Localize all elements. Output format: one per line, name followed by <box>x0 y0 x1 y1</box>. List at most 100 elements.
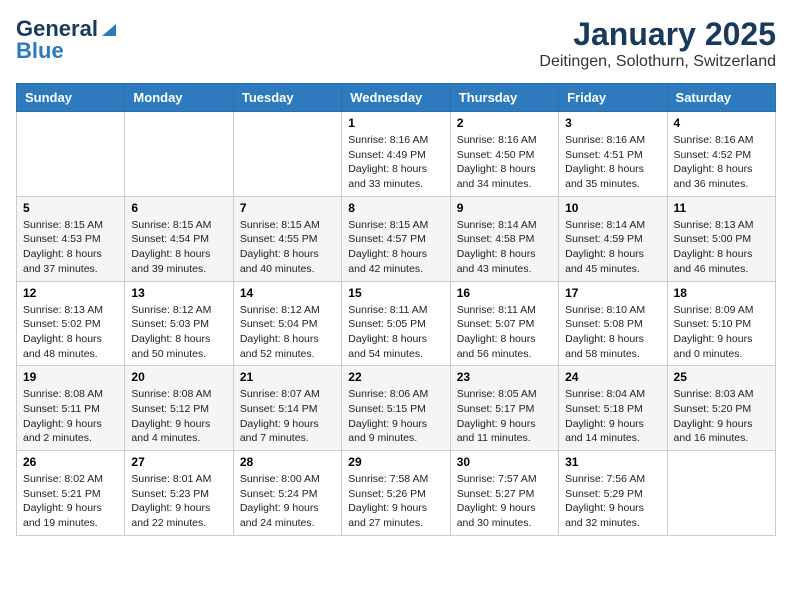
day-number: 5 <box>23 201 118 215</box>
calendar-cell <box>667 451 775 536</box>
weekday-header-saturday: Saturday <box>667 84 775 112</box>
day-info: Sunrise: 8:16 AM Sunset: 4:51 PM Dayligh… <box>565 133 660 192</box>
day-info: Sunrise: 8:12 AM Sunset: 5:03 PM Dayligh… <box>131 303 226 362</box>
week-row-4: 26 Sunrise: 8:02 AM Sunset: 5:21 PM Dayli… <box>17 451 776 536</box>
weekday-header-sunday: Sunday <box>17 84 125 112</box>
location-title: Deitingen, Solothurn, Switzerland <box>539 53 776 71</box>
calendar-cell: 8Sunrise: 8:15 AM Sunset: 4:57 PM Daylig… <box>342 196 450 281</box>
calendar-cell: 23 Sunrise: 8:05 AM Sunset: 5:17 PM Dayli… <box>450 366 558 451</box>
day-number: 15 <box>348 286 443 300</box>
day-info: Sunrise: 8:16 AM Sunset: 4:52 PM Dayligh… <box>674 133 769 192</box>
calendar-cell <box>125 112 233 197</box>
weekday-header-thursday: Thursday <box>450 84 558 112</box>
day-info: Sunrise: 8:08 AM Sunset: 5:11 PM Dayligh… <box>23 387 118 446</box>
day-number: 27 <box>131 455 226 469</box>
day-number: 20 <box>131 370 226 384</box>
calendar-cell: 24 Sunrise: 8:04 AM Sunset: 5:18 PM Dayli… <box>559 366 667 451</box>
calendar-cell: 17 Sunrise: 8:10 AM Sunset: 5:08 PM Dayli… <box>559 281 667 366</box>
logo-blue: Blue <box>16 38 64 64</box>
day-number: 1 <box>348 116 443 130</box>
day-number: 25 <box>674 370 769 384</box>
day-number: 30 <box>457 455 552 469</box>
title-block: January 2025 Deitingen, Solothurn, Switz… <box>539 16 776 71</box>
month-title: January 2025 <box>539 16 776 53</box>
day-info: Sunrise: 8:11 AM Sunset: 5:05 PM Dayligh… <box>348 303 443 362</box>
day-number: 31 <box>565 455 660 469</box>
day-info: Sunrise: 8:16 AM Sunset: 4:49 PM Dayligh… <box>348 133 443 192</box>
day-number: 3 <box>565 116 660 130</box>
calendar-cell: 16Sunrise: 8:11 AM Sunset: 5:07 PM Dayli… <box>450 281 558 366</box>
day-info: Sunrise: 7:57 AM Sunset: 5:27 PM Dayligh… <box>457 472 552 531</box>
calendar-cell: 7 Sunrise: 8:15 AM Sunset: 4:55 PM Daylig… <box>233 196 341 281</box>
day-number: 8 <box>348 201 443 215</box>
weekday-header-friday: Friday <box>559 84 667 112</box>
day-number: 28 <box>240 455 335 469</box>
calendar-cell: 3 Sunrise: 8:16 AM Sunset: 4:51 PM Daylig… <box>559 112 667 197</box>
weekday-header-monday: Monday <box>125 84 233 112</box>
calendar-cell: 11Sunrise: 8:13 AM Sunset: 5:00 PM Dayli… <box>667 196 775 281</box>
calendar-cell: 18Sunrise: 8:09 AM Sunset: 5:10 PM Dayli… <box>667 281 775 366</box>
day-info: Sunrise: 8:03 AM Sunset: 5:20 PM Dayligh… <box>674 387 769 446</box>
page-header: General Blue January 2025 Deitingen, Sol… <box>16 16 776 71</box>
day-info: Sunrise: 8:15 AM Sunset: 4:53 PM Dayligh… <box>23 218 118 277</box>
week-row-3: 19 Sunrise: 8:08 AM Sunset: 5:11 PM Dayli… <box>17 366 776 451</box>
day-info: Sunrise: 7:56 AM Sunset: 5:29 PM Dayligh… <box>565 472 660 531</box>
day-number: 23 <box>457 370 552 384</box>
calendar-table: SundayMondayTuesdayWednesdayThursdayFrid… <box>16 83 776 536</box>
day-info: Sunrise: 8:13 AM Sunset: 5:00 PM Dayligh… <box>674 218 769 277</box>
day-info: Sunrise: 8:02 AM Sunset: 5:21 PM Dayligh… <box>23 472 118 531</box>
day-number: 13 <box>131 286 226 300</box>
day-number: 7 <box>240 201 335 215</box>
day-number: 9 <box>457 201 552 215</box>
calendar-cell: 29Sunrise: 7:58 AM Sunset: 5:26 PM Dayli… <box>342 451 450 536</box>
day-info: Sunrise: 8:08 AM Sunset: 5:12 PM Dayligh… <box>131 387 226 446</box>
calendar-cell: 2Sunrise: 8:16 AM Sunset: 4:50 PM Daylig… <box>450 112 558 197</box>
calendar-cell: 28Sunrise: 8:00 AM Sunset: 5:24 PM Dayli… <box>233 451 341 536</box>
day-number: 12 <box>23 286 118 300</box>
day-info: Sunrise: 8:13 AM Sunset: 5:02 PM Dayligh… <box>23 303 118 362</box>
day-number: 19 <box>23 370 118 384</box>
calendar-cell: 19 Sunrise: 8:08 AM Sunset: 5:11 PM Dayli… <box>17 366 125 451</box>
calendar-cell: 1 Sunrise: 8:16 AM Sunset: 4:49 PM Daylig… <box>342 112 450 197</box>
day-info: Sunrise: 8:10 AM Sunset: 5:08 PM Dayligh… <box>565 303 660 362</box>
day-number: 6 <box>131 201 226 215</box>
calendar-cell: 14Sunrise: 8:12 AM Sunset: 5:04 PM Dayli… <box>233 281 341 366</box>
calendar-cell: 22 Sunrise: 8:06 AM Sunset: 5:15 PM Dayli… <box>342 366 450 451</box>
calendar-cell: 5 Sunrise: 8:15 AM Sunset: 4:53 PM Daylig… <box>17 196 125 281</box>
calendar-cell: 26 Sunrise: 8:02 AM Sunset: 5:21 PM Dayli… <box>17 451 125 536</box>
calendar-cell: 13 Sunrise: 8:12 AM Sunset: 5:03 PM Dayli… <box>125 281 233 366</box>
calendar-cell: 9Sunrise: 8:14 AM Sunset: 4:58 PM Daylig… <box>450 196 558 281</box>
calendar-cell: 20 Sunrise: 8:08 AM Sunset: 5:12 PM Dayli… <box>125 366 233 451</box>
day-number: 24 <box>565 370 660 384</box>
calendar-cell: 25 Sunrise: 8:03 AM Sunset: 5:20 PM Dayli… <box>667 366 775 451</box>
day-info: Sunrise: 8:15 AM Sunset: 4:55 PM Dayligh… <box>240 218 335 277</box>
day-number: 29 <box>348 455 443 469</box>
calendar-cell: 10 Sunrise: 8:14 AM Sunset: 4:59 PM Dayli… <box>559 196 667 281</box>
calendar-cell: 31 Sunrise: 7:56 AM Sunset: 5:29 PM Dayli… <box>559 451 667 536</box>
logo: General Blue <box>16 16 118 64</box>
calendar-cell: 21Sunrise: 8:07 AM Sunset: 5:14 PM Dayli… <box>233 366 341 451</box>
day-info: Sunrise: 8:09 AM Sunset: 5:10 PM Dayligh… <box>674 303 769 362</box>
weekday-header-wednesday: Wednesday <box>342 84 450 112</box>
day-number: 26 <box>23 455 118 469</box>
day-number: 22 <box>348 370 443 384</box>
day-number: 17 <box>565 286 660 300</box>
calendar-cell <box>233 112 341 197</box>
day-info: Sunrise: 8:05 AM Sunset: 5:17 PM Dayligh… <box>457 387 552 446</box>
day-info: Sunrise: 8:11 AM Sunset: 5:07 PM Dayligh… <box>457 303 552 362</box>
calendar-cell <box>17 112 125 197</box>
calendar-cell: 30 Sunrise: 7:57 AM Sunset: 5:27 PM Dayli… <box>450 451 558 536</box>
week-row-0: 1 Sunrise: 8:16 AM Sunset: 4:49 PM Daylig… <box>17 112 776 197</box>
day-info: Sunrise: 8:06 AM Sunset: 5:15 PM Dayligh… <box>348 387 443 446</box>
week-row-1: 5 Sunrise: 8:15 AM Sunset: 4:53 PM Daylig… <box>17 196 776 281</box>
weekday-header-row: SundayMondayTuesdayWednesdayThursdayFrid… <box>17 84 776 112</box>
day-number: 21 <box>240 370 335 384</box>
calendar-cell: 6Sunrise: 8:15 AM Sunset: 4:54 PM Daylig… <box>125 196 233 281</box>
day-number: 10 <box>565 201 660 215</box>
calendar-cell: 15 Sunrise: 8:11 AM Sunset: 5:05 PM Dayli… <box>342 281 450 366</box>
day-info: Sunrise: 8:14 AM Sunset: 4:59 PM Dayligh… <box>565 218 660 277</box>
day-number: 4 <box>674 116 769 130</box>
day-info: Sunrise: 8:04 AM Sunset: 5:18 PM Dayligh… <box>565 387 660 446</box>
calendar-cell: 27Sunrise: 8:01 AM Sunset: 5:23 PM Dayli… <box>125 451 233 536</box>
week-row-2: 12 Sunrise: 8:13 AM Sunset: 5:02 PM Dayli… <box>17 281 776 366</box>
